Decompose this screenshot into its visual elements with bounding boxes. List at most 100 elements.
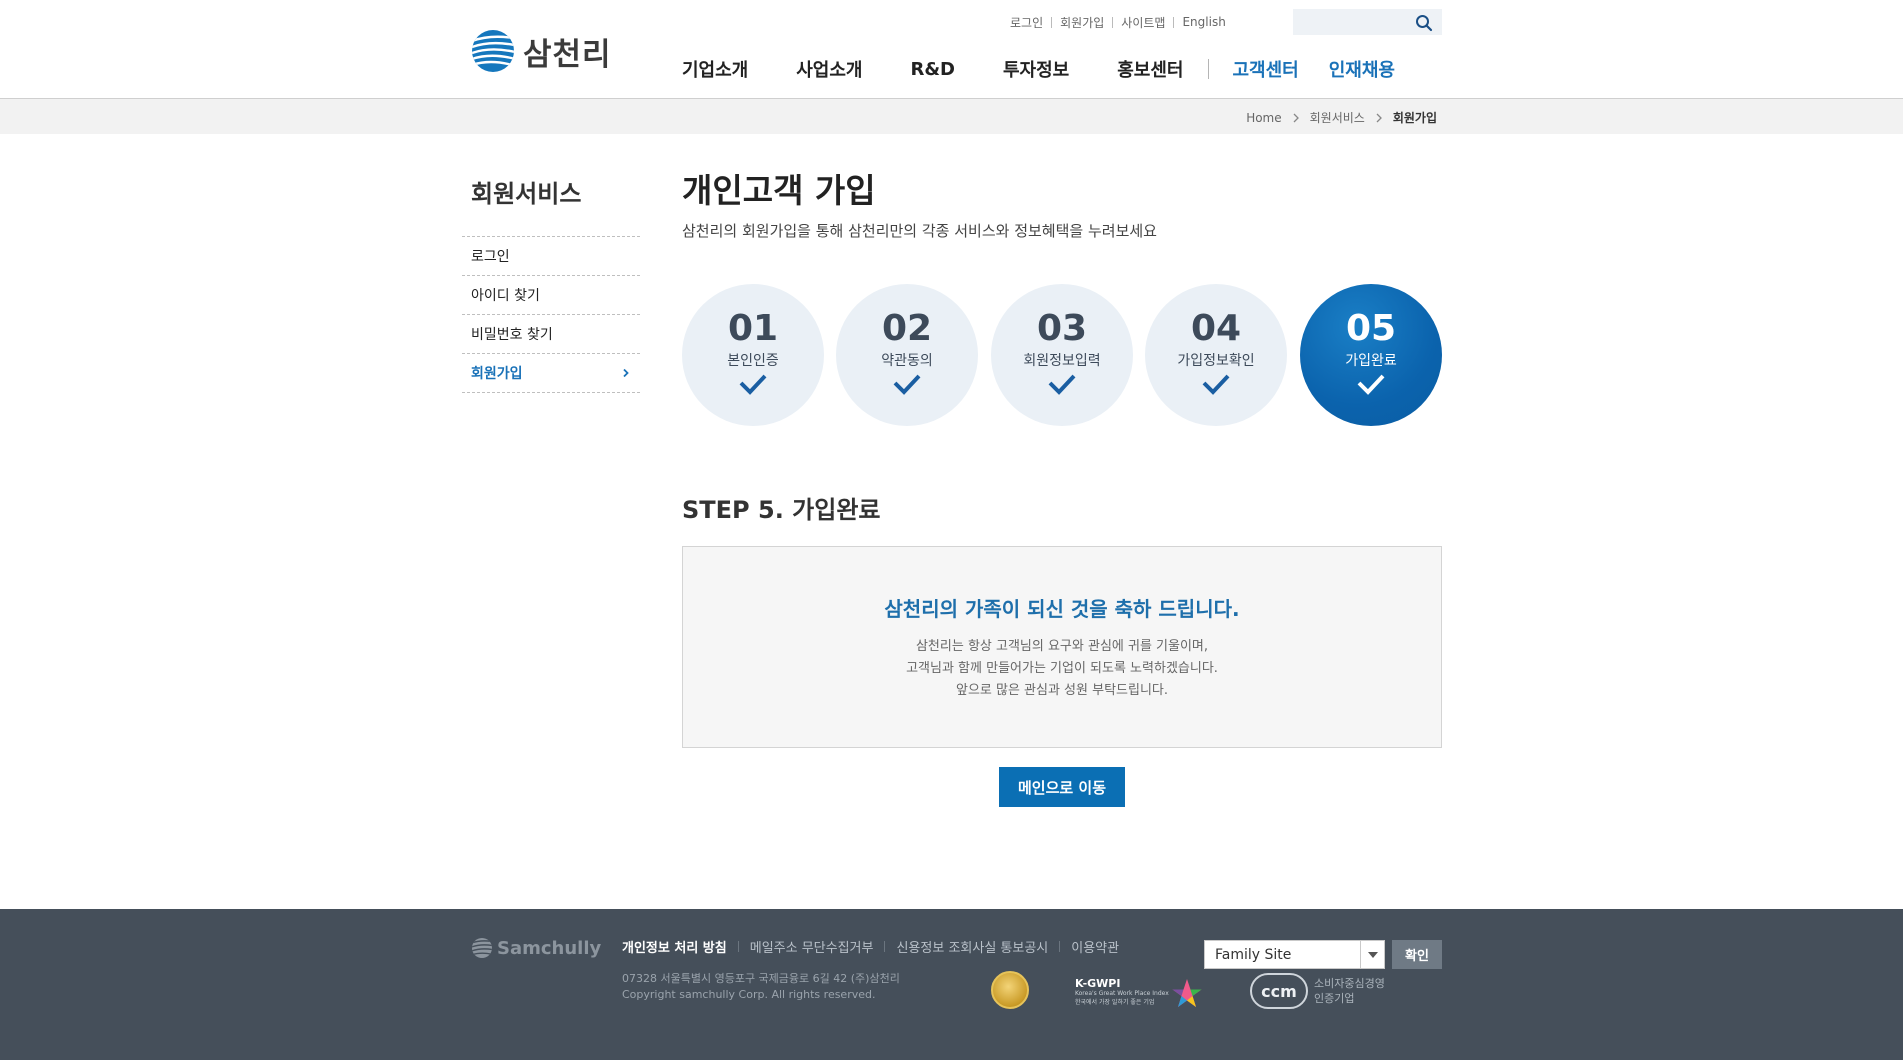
side-nav: 회원서비스 로그인 아이디 찾기 비밀번호 찾기 회원가입 bbox=[462, 176, 640, 393]
divider bbox=[1059, 941, 1061, 952]
nav-investor[interactable]: 투자정보 bbox=[1003, 56, 1069, 82]
footer-terms-link[interactable]: 이용약관 bbox=[1071, 937, 1119, 956]
main-content: 개인고객 가입 삼천리의 회원가입을 통해 삼천리만의 각종 서비스와 정보혜택… bbox=[682, 170, 1442, 807]
site-footer: Samchully 개인정보 처리 방침 메일주소 무단수집거부 신용정보 조회… bbox=[0, 909, 1903, 1060]
search-icon[interactable] bbox=[1415, 14, 1433, 32]
divider bbox=[1051, 16, 1053, 28]
side-nav-item-join[interactable]: 회원가입 bbox=[462, 354, 640, 393]
util-login-link[interactable]: 로그인 bbox=[1010, 14, 1043, 31]
footer-logo-text: Samchully bbox=[497, 937, 602, 959]
breadcrumb-home[interactable]: Home bbox=[1246, 111, 1281, 125]
side-nav-list: 로그인 아이디 찾기 비밀번호 찾기 회원가입 bbox=[462, 236, 640, 393]
go-to-main-button[interactable]: 메인으로 이동 bbox=[999, 767, 1125, 807]
ccm-award: ccm 소비자중심경영 인증기업 bbox=[1250, 973, 1385, 1009]
step-4: 04 가입정보확인 bbox=[1145, 284, 1287, 426]
nav-rnd[interactable]: R&D bbox=[911, 59, 956, 80]
step-label: 약관동의 bbox=[881, 353, 933, 369]
breadcrumb-current: 회원가입 bbox=[1392, 111, 1437, 125]
section-title: STEP 5. 가입완료 bbox=[682, 496, 881, 524]
ccm-text: 소비자중심경영 인증기업 bbox=[1314, 976, 1385, 1006]
page-description: 삼천리의 회원가입을 통해 삼천리만의 각종 서비스와 정보혜택을 누려보세요 bbox=[682, 222, 1157, 240]
step-progress: 01 본인인증 02 약관동의 03 회원정보입력 04 가입정보확인 05 가… bbox=[682, 284, 1442, 426]
completion-body: 삼천리는 항상 고객님의 요구와 관심에 귀를 기울이며, 고객님과 함께 만들… bbox=[683, 636, 1441, 702]
nav-business[interactable]: 사업소개 bbox=[796, 56, 862, 82]
footer-logo: Samchully bbox=[471, 937, 601, 959]
logo-text: 삼천리 bbox=[523, 36, 612, 73]
main-nav: 기업소개 사업소개 R&D 투자정보 홍보센터 고객센터 인재채용 bbox=[682, 55, 1395, 83]
breadcrumb: Home 회원서비스 회원가입 bbox=[1246, 109, 1437, 126]
side-nav-item-label: 아이디 찾기 bbox=[471, 288, 540, 304]
footer-email-policy-link[interactable]: 메일주소 무단수집거부 bbox=[750, 937, 874, 956]
dropdown-toggle[interactable] bbox=[1360, 941, 1384, 968]
footer-address: 07328 서울특별시 영등포구 국제금융로 6길 42 (주)삼천리 Copy… bbox=[622, 971, 900, 1003]
nav-divider bbox=[1207, 59, 1209, 79]
step-label: 회원정보입력 bbox=[1023, 353, 1101, 369]
completion-line: 앞으로 많은 관심과 성원 부탁드립니다. bbox=[955, 683, 1169, 698]
ccm-logo: ccm bbox=[1250, 973, 1308, 1009]
globe-stripes-icon bbox=[472, 30, 514, 72]
site-header: 삼천리 로그인 회원가입 사이트맵 English 기업소개 사업소개 R&D … bbox=[0, 0, 1903, 99]
side-nav-title: 회원서비스 bbox=[471, 180, 582, 208]
side-nav-item-find-id[interactable]: 아이디 찾기 bbox=[462, 276, 640, 315]
nav-customer[interactable]: 고객센터 bbox=[1233, 56, 1299, 82]
side-nav-item-label: 회원가입 bbox=[471, 366, 523, 382]
award-medal-icon bbox=[991, 971, 1029, 1009]
completion-line: 고객님과 함께 만들어가는 기업이 되도록 노력하겠습니다. bbox=[906, 661, 1218, 676]
step-label: 본인인증 bbox=[727, 353, 779, 369]
check-icon bbox=[893, 374, 921, 395]
util-join-link[interactable]: 회원가입 bbox=[1060, 14, 1104, 31]
step-number: 02 bbox=[881, 308, 933, 349]
breadcrumb-member-service[interactable]: 회원서비스 bbox=[1310, 109, 1365, 126]
step-label: 가입정보확인 bbox=[1177, 353, 1255, 369]
check-icon bbox=[1048, 374, 1076, 395]
family-site-go-button[interactable]: 확인 bbox=[1392, 940, 1442, 969]
completion-message-box: 삼천리의 가족이 되신 것을 축하 드립니다. 삼천리는 항상 고객님의 요구와… bbox=[682, 546, 1442, 748]
page-title: 개인고객 가입 bbox=[682, 171, 876, 210]
step-number: 03 bbox=[1036, 308, 1088, 349]
family-site-value: Family Site bbox=[1215, 946, 1292, 963]
step-1: 01 본인인증 bbox=[682, 284, 824, 426]
side-nav-item-label: 로그인 bbox=[471, 249, 510, 265]
nav-company[interactable]: 기업소개 bbox=[682, 56, 748, 82]
search-input[interactable] bbox=[1293, 9, 1403, 35]
step-label: 가입완료 bbox=[1345, 353, 1397, 369]
side-nav-item-login[interactable]: 로그인 bbox=[462, 237, 640, 276]
step-5-current: 05 가입완료 bbox=[1300, 284, 1442, 426]
divider bbox=[1112, 16, 1114, 28]
chevron-right-icon bbox=[1376, 113, 1382, 122]
util-sitemap-link[interactable]: 사이트맵 bbox=[1121, 14, 1165, 31]
divider bbox=[884, 941, 886, 952]
divider bbox=[1173, 16, 1175, 28]
ccm-line: 소비자중심경영 bbox=[1314, 977, 1385, 990]
footer-credit-notice-link[interactable]: 신용정보 조회사실 통보공시 bbox=[896, 937, 1048, 956]
completion-line: 삼천리는 항상 고객님의 요구와 관심에 귀를 기울이며, bbox=[915, 639, 1209, 654]
star-icon bbox=[1172, 979, 1202, 1007]
nav-careers[interactable]: 인재채용 bbox=[1329, 56, 1395, 82]
check-icon bbox=[1202, 374, 1230, 395]
check-icon bbox=[1357, 374, 1385, 395]
kgwpi-award: K-GWPI Korea's Great Work Place Index 한국… bbox=[1075, 977, 1205, 1011]
side-nav-item-find-password[interactable]: 비밀번호 찾기 bbox=[462, 315, 640, 354]
step-number: 04 bbox=[1190, 308, 1242, 349]
divider bbox=[737, 941, 739, 952]
family-site-select[interactable]: Family Site bbox=[1204, 940, 1385, 969]
check-icon bbox=[739, 374, 767, 395]
location-bar: Home 회원서비스 회원가입 bbox=[0, 99, 1903, 134]
chevron-right-icon bbox=[623, 368, 629, 378]
chevron-right-icon bbox=[1293, 113, 1299, 122]
step-2: 02 약관동의 bbox=[836, 284, 978, 426]
utility-links: 로그인 회원가입 사이트맵 English bbox=[1010, 13, 1226, 31]
footer-privacy-link[interactable]: 개인정보 처리 방침 bbox=[622, 937, 727, 956]
logo[interactable]: 삼천리 bbox=[471, 27, 631, 75]
step-number: 05 bbox=[1345, 308, 1397, 349]
chevron-down-icon bbox=[1367, 951, 1378, 958]
nav-pr[interactable]: 홍보센터 bbox=[1117, 56, 1183, 82]
step-3: 03 회원정보입력 bbox=[991, 284, 1133, 426]
ccm-line: 인증기업 bbox=[1314, 992, 1355, 1005]
footer-links: 개인정보 처리 방침 메일주소 무단수집거부 신용정보 조회사실 통보공시 이용… bbox=[622, 937, 1119, 956]
util-english-link[interactable]: English bbox=[1182, 15, 1225, 29]
address-text: 07328 서울특별시 영등포구 국제금융로 6길 42 (주)삼천리 bbox=[622, 972, 900, 985]
search-box bbox=[1293, 9, 1442, 35]
side-nav-item-label: 비밀번호 찾기 bbox=[471, 327, 553, 343]
globe-stripes-icon bbox=[472, 938, 492, 958]
